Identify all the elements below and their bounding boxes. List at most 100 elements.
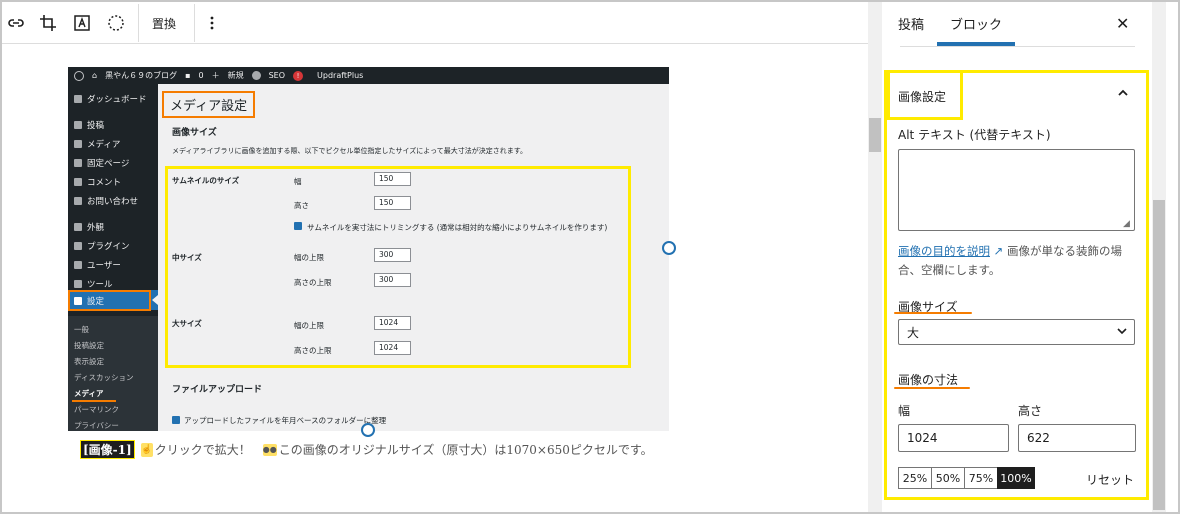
medium-label: 中サイズ <box>172 253 202 262</box>
height-input[interactable]: 622 <box>1018 424 1136 452</box>
crop-icon[interactable] <box>36 11 60 35</box>
dimensions-underline <box>894 387 970 389</box>
large-height-field: 1024 <box>374 341 411 355</box>
selected-image[interactable]: ⌂ 黒やん６９のブログ ▪ 0 ＋ 新規 SEO ! UpdraftPlus ダ… <box>68 67 669 431</box>
image-size-value: 大 <box>907 325 920 340</box>
thumbnail-width-label: 幅 <box>294 177 302 186</box>
size-100-button[interactable]: 100% <box>997 467 1035 489</box>
reset-button[interactable]: リセット <box>1086 471 1134 488</box>
size-75-button[interactable]: 75% <box>964 467 998 489</box>
wrench-icon <box>74 280 82 288</box>
toolbar-separator <box>138 4 139 42</box>
site-name: 黒やん６９のブログ <box>105 71 178 80</box>
replace-button[interactable]: 置換 <box>144 11 184 35</box>
right-gutter <box>1166 2 1178 512</box>
caption-size-text: この画像のオリジナルサイズ（原寸大）は1070×650ピクセルです。 <box>278 443 653 457</box>
resize-handle-right[interactable] <box>662 241 676 255</box>
menu-media: メディア <box>74 138 120 150</box>
comments-count: 0 <box>198 71 204 80</box>
size-25-button[interactable]: 25% <box>898 467 932 489</box>
editor-scrollbar[interactable] <box>868 2 882 512</box>
sidebar-scrollbar-thumb[interactable] <box>1153 200 1165 510</box>
section-title: 画像サイズ <box>172 128 217 138</box>
page-icon <box>74 159 82 167</box>
panel-title[interactable]: 画像設定 <box>898 88 946 105</box>
settings-highlight-box <box>68 290 151 311</box>
menu-posts: 投稿 <box>74 119 104 131</box>
media-underline <box>72 400 116 402</box>
image-size-select[interactable]: 大 <box>898 319 1135 345</box>
caption-click-text: クリックで拡大！ <box>154 443 251 457</box>
large-label: 大サイズ <box>172 319 202 328</box>
upload-section-title: ファイルアップロード <box>172 385 263 395</box>
image-caption[interactable]: [画像-1] ☝ クリックで拡大！ ●● この画像のオリジナルサイズ（原寸大）は… <box>80 440 653 459</box>
menu-label: 外観 <box>87 223 105 233</box>
describe-purpose-link[interactable]: 画像の目的を説明 <box>898 244 990 258</box>
chevron-down-icon <box>1116 325 1128 340</box>
resize-handle-bottom[interactable] <box>361 423 375 437</box>
alt-text-label: Alt テキスト (代替テキスト) <box>898 128 1051 142</box>
more-options-icon[interactable] <box>200 11 224 35</box>
menu-label: コメント <box>87 178 122 188</box>
dashboard-icon <box>74 95 82 103</box>
brush-icon <box>74 223 82 231</box>
text-overlay-icon[interactable] <box>70 11 94 35</box>
menu-appearance: 外観 <box>74 221 104 233</box>
menu-label: ツール <box>87 280 113 290</box>
height-value: 622 <box>1027 431 1050 445</box>
link-icon[interactable] <box>4 11 28 35</box>
plug-icon <box>74 242 82 250</box>
tab-post[interactable]: 投稿 <box>898 14 924 33</box>
comment-icon: ▪ <box>185 71 191 80</box>
alt-help: 画像の目的を説明 ↗ 画像が単なる装飾の場合、空欄にします。 <box>898 242 1143 280</box>
large-width-field: 1024 <box>374 316 411 330</box>
plus-icon: ＋ <box>211 71 220 80</box>
settings-submenu: 一般 投稿設定 表示設定 ディスカッション メディア パーマリンク プライバシー <box>68 316 158 431</box>
close-icon[interactable]: ✕ <box>1116 14 1129 33</box>
menu-dashboard: ダッシュボード <box>74 93 147 105</box>
width-input[interactable]: 1024 <box>898 424 1009 452</box>
size-50-button[interactable]: 50% <box>931 467 965 489</box>
wp-main-content: メディア設定 画像サイズ メディアライブラリに画像を追加する際、以下でピクセル単… <box>158 84 669 431</box>
medium-height-field: 300 <box>374 273 411 287</box>
medium-width-label: 幅の上限 <box>294 253 324 262</box>
image-size-underline <box>894 312 972 314</box>
new-label: 新規 <box>227 71 244 80</box>
menu-pages: 固定ページ <box>74 157 129 169</box>
section-description: メディアライブラリに画像を追加する際、以下でピクセル単位指定したサイズによって最… <box>172 147 528 155</box>
upload-option-label: アップロードしたファイルを年月ベースのフォルダーに整理 <box>184 416 387 425</box>
menu-label: メディア <box>87 140 121 150</box>
pin-icon <box>74 121 82 129</box>
wp-admin-bar: ⌂ 黒やん６９のブログ ▪ 0 ＋ 新規 SEO ! UpdraftPlus <box>68 67 669 84</box>
media-icon <box>74 140 82 148</box>
chevron-up-icon[interactable] <box>1116 86 1130 103</box>
crop-checkbox-icon <box>294 222 302 230</box>
menu-label: 固定ページ <box>87 159 130 169</box>
block-toolbar: 置換 <box>2 2 868 44</box>
resize-grip-icon: ◢ <box>1123 219 1130 229</box>
crop-checkbox-label: サムネイルを実寸法にトリミングする (通常は相対的な縮小によりサムネイルを作りま… <box>307 223 608 232</box>
submenu-item: プライバシー <box>74 421 119 430</box>
editor-scrollbar-thumb[interactable] <box>869 118 881 152</box>
menu-label: ダッシュボード <box>87 95 147 105</box>
menu-label: ユーザー <box>87 261 121 271</box>
settings-sidebar: 投稿 ブロック ✕ 画像設定 Alt テキスト (代替テキスト) ◢ 画像の目的… <box>882 2 1152 512</box>
eyes-icon: ●● <box>262 443 277 456</box>
tab-block[interactable]: ブロック <box>950 14 1002 33</box>
sidebar-scrollbar[interactable] <box>1152 2 1166 512</box>
caption-tag: [画像-1] <box>80 440 135 459</box>
alt-text-input[interactable] <box>898 149 1135 231</box>
large-height-label: 高さの上限 <box>294 346 332 355</box>
submenu-item: 投稿設定 <box>74 341 104 350</box>
width-value: 1024 <box>907 431 938 445</box>
submenu-item-active: メディア <box>74 389 104 398</box>
submenu-item: ディスカッション <box>74 373 134 382</box>
select-motif-icon[interactable] <box>104 11 128 35</box>
user-icon <box>74 261 82 269</box>
upload-checkbox-icon <box>172 416 180 424</box>
width-label: 幅 <box>898 404 911 418</box>
menu-label: 投稿 <box>87 121 105 131</box>
seo-label: SEO <box>268 71 286 80</box>
wp-admin-sidebar: ダッシュボード 投稿 メディア 固定ページ コメント お問い合わせ 外観 プラグ… <box>68 84 158 431</box>
submenu-item: パーマリンク <box>74 405 119 414</box>
